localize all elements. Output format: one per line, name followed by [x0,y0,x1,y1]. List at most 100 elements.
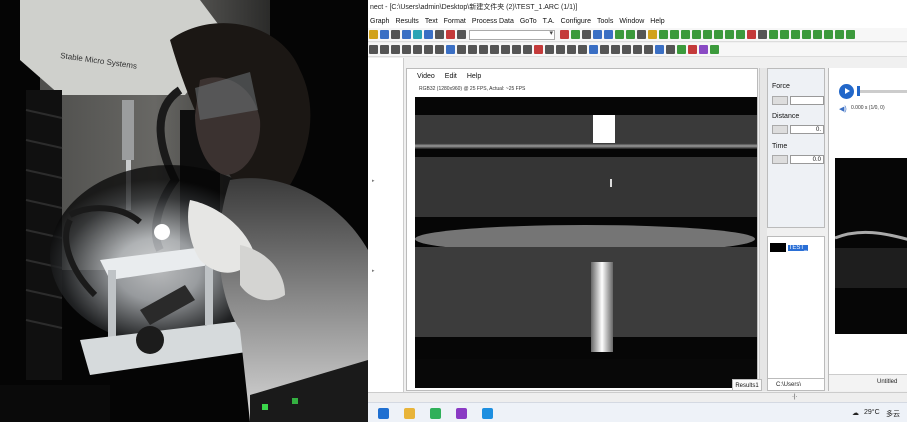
run4-icon[interactable] [802,30,811,39]
redo-icon[interactable] [622,45,631,54]
record-icon[interactable] [446,30,455,39]
right-icon[interactable] [435,45,444,54]
star-icon[interactable] [457,30,466,39]
run2-icon[interactable] [780,30,789,39]
step6-icon[interactable] [725,30,734,39]
cursor-icon[interactable] [369,45,378,54]
step2-icon[interactable] [681,30,690,39]
menu-goto[interactable]: GoTo [520,15,537,28]
menu-ta[interactable]: T.A. [543,15,555,28]
graph-icon[interactable] [402,30,411,39]
zoom-icon[interactable] [637,30,646,39]
copy-icon[interactable] [633,45,642,54]
project-dropdown[interactable] [469,29,555,40]
run8-icon[interactable] [846,30,855,39]
left-icon[interactable] [424,45,433,54]
arrow-down-icon[interactable] [626,30,635,39]
last-icon[interactable] [413,45,422,54]
grid-icon[interactable] [556,45,565,54]
step3-icon[interactable] [692,30,701,39]
run7-icon[interactable] [835,30,844,39]
undo-icon[interactable] [611,45,620,54]
menu-window[interactable]: Window [619,15,644,28]
crop-icon[interactable] [479,45,488,54]
force-handle[interactable] [772,96,788,105]
print-icon[interactable] [391,30,400,39]
refresh-icon[interactable] [413,30,422,39]
menu-format[interactable]: Format [444,15,466,28]
video-frame[interactable] [415,97,757,388]
split-icon[interactable] [457,45,466,54]
help-icon[interactable] [435,30,444,39]
globe-icon[interactable] [424,30,433,39]
chat-icon[interactable] [430,408,441,419]
align-icon[interactable] [446,45,455,54]
marker-icon[interactable] [648,30,657,39]
menu-process-data[interactable]: Process Data [472,15,514,28]
play-button[interactable] [839,84,854,99]
run-icon[interactable] [769,30,778,39]
step-icon[interactable] [670,30,679,39]
report-icon[interactable] [710,45,719,54]
table-icon[interactable] [604,30,613,39]
menu-tools[interactable]: Tools [597,15,613,28]
menu-text[interactable]: Text [425,15,438,28]
down-arrow-icon[interactable] [501,45,510,54]
next-icon[interactable] [402,45,411,54]
playback-slider[interactable] [857,90,907,93]
playback-slider-thumb[interactable] [857,86,860,96]
time-handle[interactable] [772,155,788,164]
macro-icon[interactable] [655,45,664,54]
overlay-icon[interactable] [600,45,609,54]
distance-handle[interactable] [772,125,788,134]
menu-results[interactable]: Results [395,15,418,28]
tool-icon[interactable] [582,30,591,39]
export-icon[interactable] [677,45,686,54]
paste-icon[interactable] [644,45,653,54]
arrow-up-icon[interactable] [615,30,624,39]
volume-icon[interactable]: ◀) [839,105,847,113]
start-icon[interactable] [378,408,389,419]
stop-icon[interactable] [560,30,569,39]
fit-icon[interactable] [512,45,521,54]
clear-icon[interactable] [758,30,767,39]
video-menu-video[interactable]: Video [417,73,435,80]
prev-icon[interactable] [391,45,400,54]
alarm-icon[interactable] [688,45,697,54]
merge-icon[interactable] [468,45,477,54]
open-icon[interactable] [369,30,378,39]
run5-icon[interactable] [813,30,822,39]
step4-icon[interactable] [703,30,712,39]
zoom-out-icon[interactable] [578,45,587,54]
file-explorer-icon[interactable] [404,408,415,419]
browser-icon[interactable] [482,408,493,419]
run6-icon[interactable] [824,30,833,39]
plugin-icon[interactable] [699,45,708,54]
go-icon[interactable] [571,30,580,39]
file-list-item[interactable]: TEST_ [770,243,822,254]
check-icon[interactable] [523,45,532,54]
move-icon[interactable] [490,45,499,54]
video-menu-edit[interactable]: Edit [445,73,457,80]
save-icon[interactable] [380,30,389,39]
tab-results[interactable]: Results1 [732,379,762,391]
run3-icon[interactable] [791,30,800,39]
delete-icon[interactable] [747,30,756,39]
first-icon[interactable] [380,45,389,54]
step7-icon[interactable] [736,30,745,39]
menu-configure[interactable]: Configure [561,15,591,28]
menu-graph[interactable]: Graph [370,15,389,28]
weather-icon[interactable]: ☁ [852,409,859,417]
calc-icon[interactable] [666,45,675,54]
step5-icon[interactable] [714,30,723,39]
peak-icon[interactable] [659,30,668,39]
zoom-in-icon[interactable] [567,45,576,54]
texture-app-icon[interactable] [456,408,467,419]
chart-icon[interactable] [593,30,602,39]
pan-icon[interactable] [545,45,554,54]
menu-help[interactable]: Help [650,15,664,28]
rescale-icon[interactable] [589,45,598,54]
video-menu-help[interactable]: Help [467,73,481,80]
video-scrollbar[interactable] [759,68,767,391]
remove-icon[interactable] [534,45,543,54]
